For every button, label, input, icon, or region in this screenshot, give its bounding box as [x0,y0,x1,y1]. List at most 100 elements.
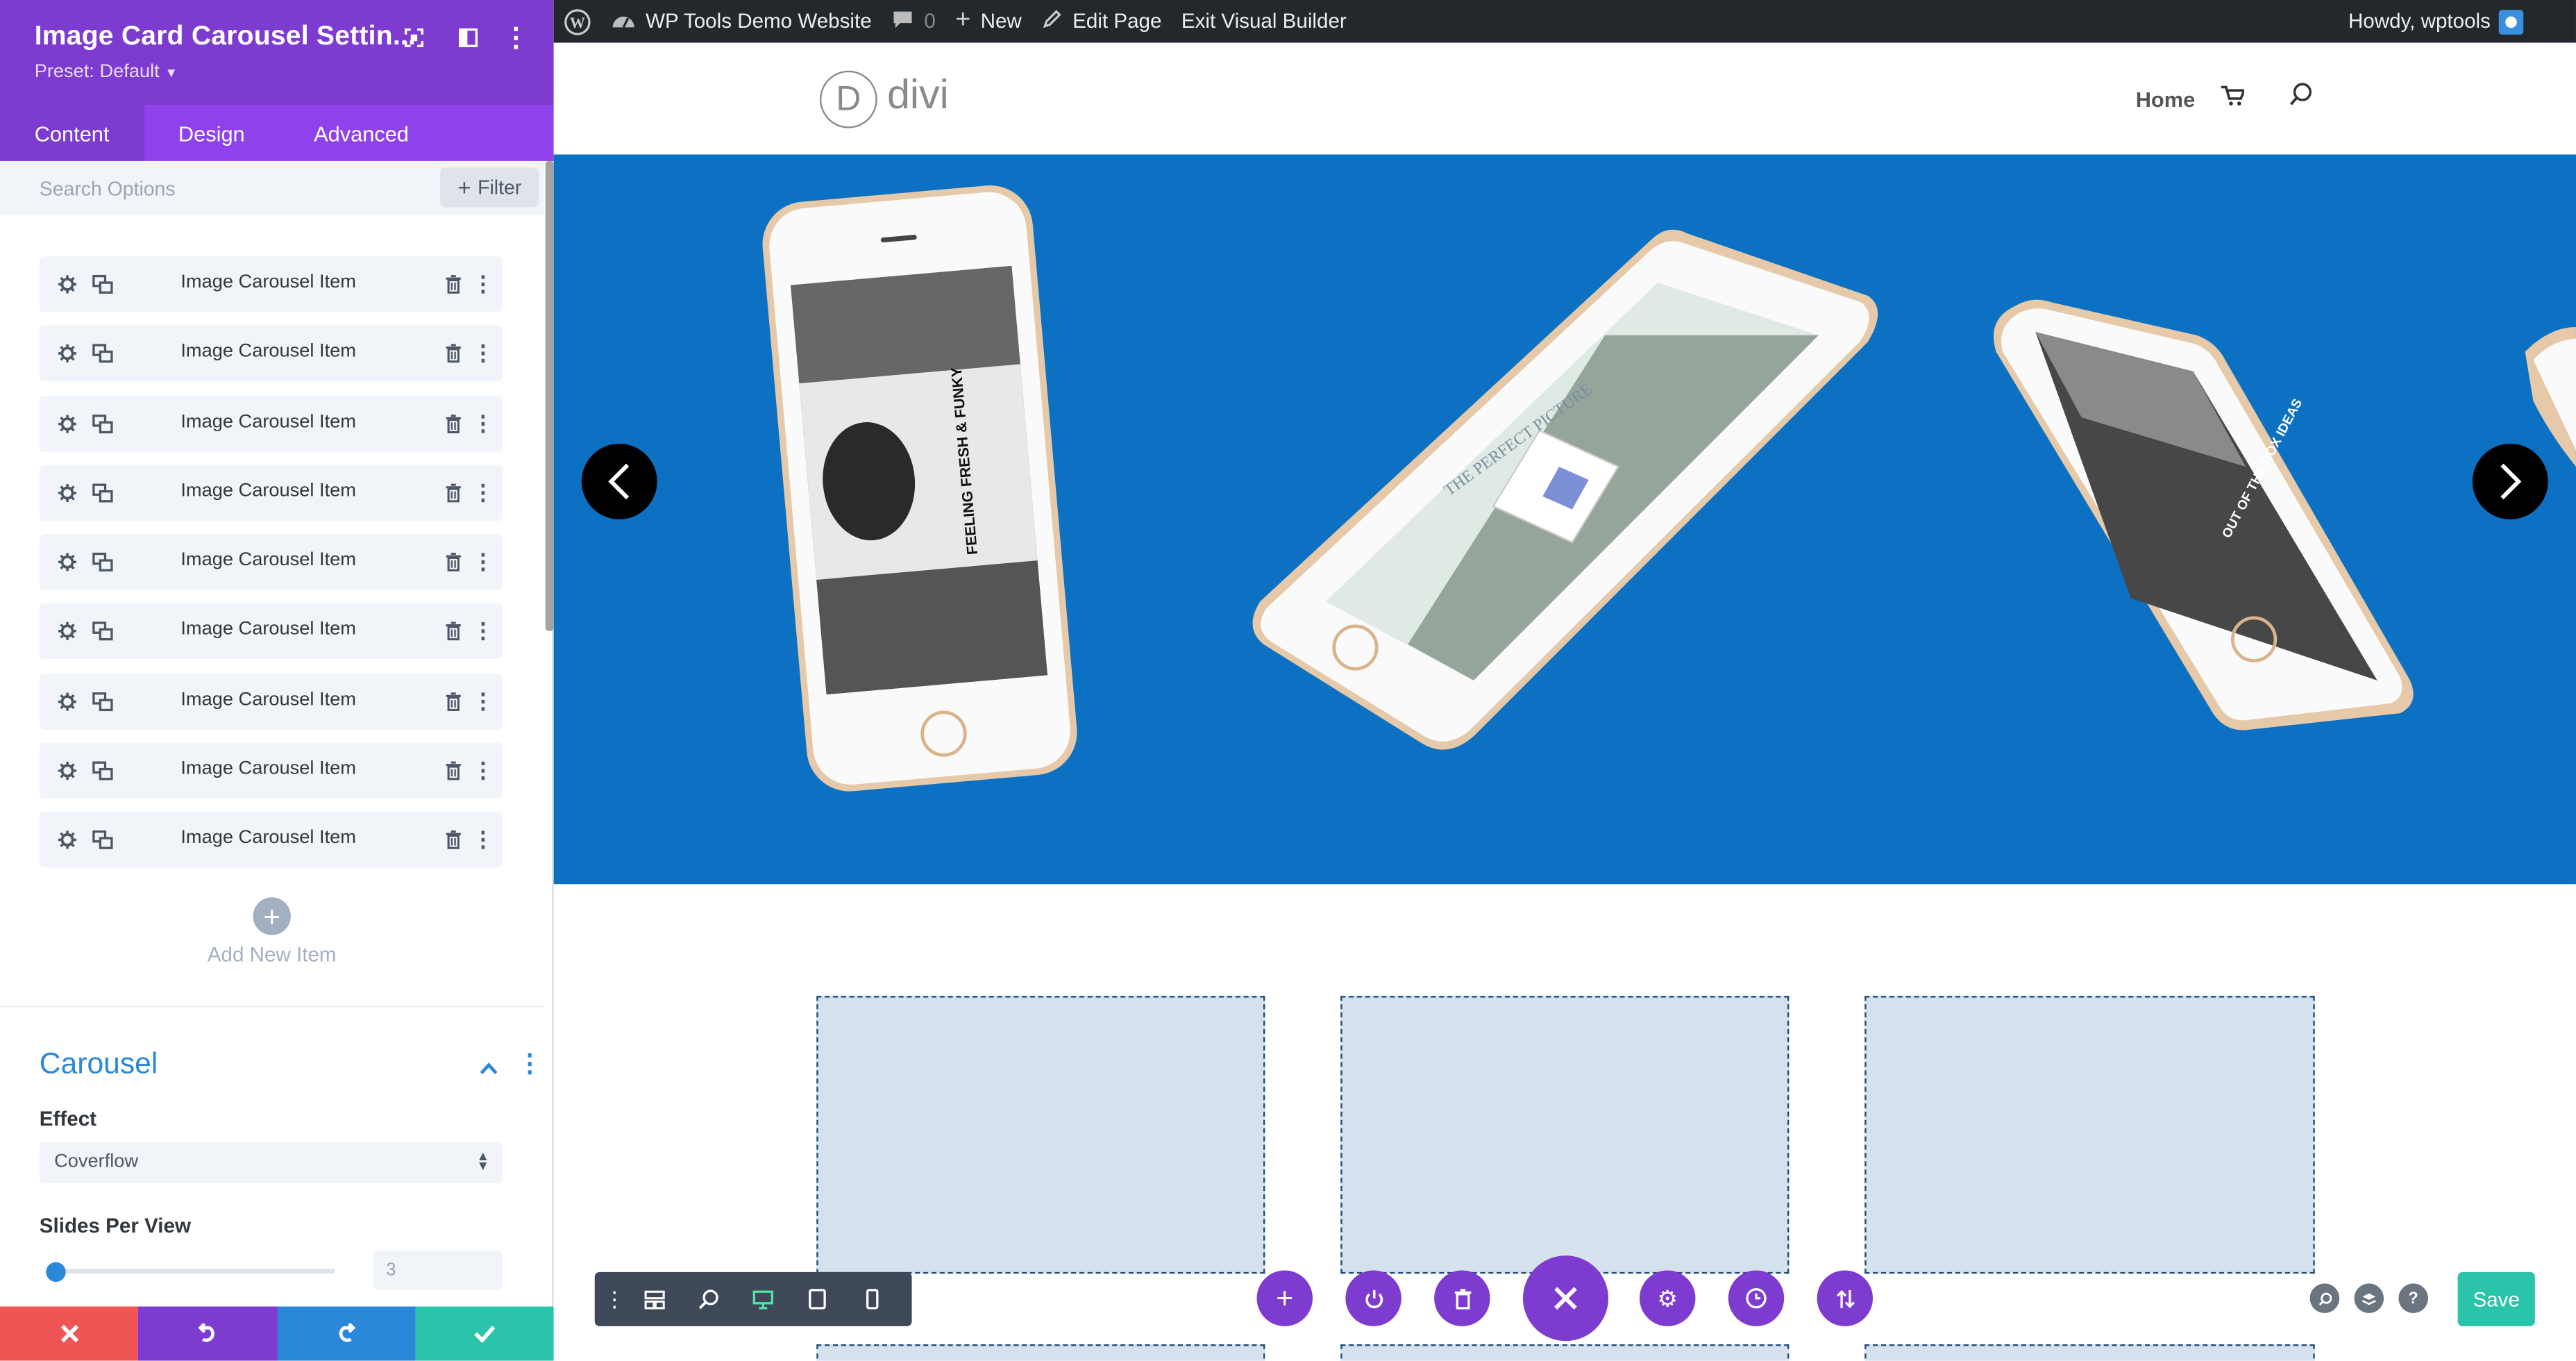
admin-bar-site[interactable]: WP Tools Demo Website [601,0,882,43]
item-more-icon[interactable]: ⋮ [471,549,494,574]
filter-button[interactable]: + Filter [440,167,539,208]
wordpress-logo-icon[interactable]: W [554,0,602,43]
trash-icon[interactable] [442,412,465,435]
divi-logo-mark[interactable]: D [819,70,877,128]
gear-icon[interactable] [56,481,78,504]
item-more-icon[interactable]: ⋮ [471,480,494,505]
gear-icon[interactable] [56,551,78,574]
expand-icon[interactable] [399,23,429,53]
gear-icon[interactable] [56,412,78,435]
item-more-icon[interactable]: ⋮ [471,410,494,435]
trash-icon[interactable] [442,690,465,712]
save-button[interactable]: Save [2457,1271,2535,1326]
carousel-next-button[interactable] [2472,444,2548,519]
nav-home-link[interactable]: Home [2136,87,2195,112]
carousel-item-row[interactable]: Image Carousel Item ⋮ [39,742,503,799]
item-more-icon[interactable]: ⋮ [471,827,494,852]
trash-icon[interactable] [442,760,465,783]
tab-design[interactable]: Design [144,105,279,160]
search-options-input[interactable]: Search Options [40,178,176,201]
duplicate-icon[interactable] [90,481,113,504]
carousel-section-title[interactable]: Carousel [40,1047,158,1082]
column-placeholder[interactable] [816,996,1265,1274]
gear-icon[interactable] [56,273,78,296]
column-placeholder[interactable] [1864,996,2315,1274]
redo-button[interactable] [276,1306,416,1361]
column-placeholder[interactable] [1340,1344,1790,1361]
search-icon[interactable] [2289,82,2314,115]
save-settings-button[interactable] [415,1306,554,1361]
gear-icon[interactable] [56,620,78,643]
item-more-icon[interactable]: ⋮ [471,688,494,713]
discard-button[interactable] [0,1306,139,1361]
add-module-button[interactable]: + [1256,1270,1313,1326]
clear-layout-button[interactable] [1434,1270,1490,1326]
wireframe-view-icon[interactable] [628,1272,682,1326]
column-placeholder[interactable] [816,1344,1265,1361]
gear-icon[interactable] [56,829,78,852]
gear-icon[interactable] [56,690,78,712]
duplicate-icon[interactable] [90,551,113,574]
split-view-icon[interactable] [453,23,483,53]
exit-visual-builder-link[interactable]: Exit Visual Builder [1172,0,1356,43]
duplicate-icon[interactable] [90,760,113,783]
carousel-item-row[interactable]: Image Carousel Item ⋮ [39,395,503,451]
zoom-icon[interactable] [682,1272,736,1326]
duplicate-icon[interactable] [90,620,113,643]
close-settings-button[interactable] [1522,1255,1608,1342]
trash-icon[interactable] [442,273,465,296]
phone-view-icon[interactable] [844,1272,898,1326]
desktop-view-icon[interactable] [736,1272,790,1326]
tablet-view-icon[interactable] [790,1272,844,1326]
slider-handle[interactable] [46,1262,66,1283]
slides-per-view-slider[interactable] [46,1269,335,1274]
chevron-up-icon[interactable] [480,1053,498,1083]
history-button[interactable] [1728,1270,1785,1326]
add-new-item-label[interactable]: Add New Item [0,943,544,966]
more-options-icon[interactable]: ⋮ [601,1272,628,1326]
carousel-prev-button[interactable] [581,444,657,519]
duplicate-icon[interactable] [90,829,113,852]
carousel-item-row[interactable]: Image Carousel Item ⋮ [39,673,503,730]
item-more-icon[interactable]: ⋮ [471,341,494,366]
preset-dropdown[interactable]: Preset: Default ▼ [35,62,178,82]
gear-icon[interactable] [56,760,78,783]
carousel-item-row[interactable]: Image Carousel Item ⋮ [39,465,503,521]
carousel-item-row[interactable]: Image Carousel Item ⋮ [39,326,503,382]
help-icon[interactable]: ? [2398,1283,2428,1313]
find-replace-icon[interactable] [2309,1283,2340,1313]
admin-bar-account[interactable]: Howdy, wptools [2339,0,2576,43]
effect-select[interactable]: Coverflow [39,1142,503,1184]
item-more-icon[interactable]: ⋮ [471,758,494,783]
panel-scrollbar[interactable] [545,160,554,631]
item-more-icon[interactable]: ⋮ [471,272,494,297]
carousel-item-row[interactable]: Image Carousel Item ⋮ [39,534,503,591]
carousel-item-row[interactable]: Image Carousel Item ⋮ [39,603,503,660]
column-placeholder[interactable] [1340,996,1790,1274]
duplicate-icon[interactable] [90,273,113,296]
tab-advanced[interactable]: Advanced [279,105,443,160]
disable-button[interactable] [1345,1270,1401,1326]
admin-bar-new[interactable]: + New [945,0,1032,43]
trash-icon[interactable] [442,551,465,574]
trash-icon[interactable] [442,620,465,643]
cart-icon[interactable] [2221,85,2246,112]
carousel-item-row[interactable]: Image Carousel Item ⋮ [39,256,503,312]
admin-bar-comments[interactable]: 0 [882,0,945,43]
trash-icon[interactable] [442,342,465,365]
duplicate-icon[interactable] [90,690,113,712]
trash-icon[interactable] [442,481,465,504]
panel-more-icon[interactable]: ⋮ [501,23,531,53]
layers-icon[interactable] [2354,1283,2384,1313]
carousel-item-row[interactable]: Image Carousel Item ⋮ [39,812,503,869]
divi-logo-text[interactable]: divi [887,72,949,120]
column-placeholder[interactable] [1864,1344,2315,1361]
portability-button[interactable] [1817,1270,1874,1326]
add-new-item-button[interactable]: + [253,897,291,935]
trash-icon[interactable] [442,829,465,852]
duplicate-icon[interactable] [90,342,113,365]
slides-per-view-input[interactable]: 3 [373,1251,503,1290]
undo-button[interactable] [138,1306,277,1361]
site-name-link[interactable]: WP Tools Demo Website [646,10,872,33]
admin-bar-edit-page[interactable]: Edit Page [1032,0,1172,43]
